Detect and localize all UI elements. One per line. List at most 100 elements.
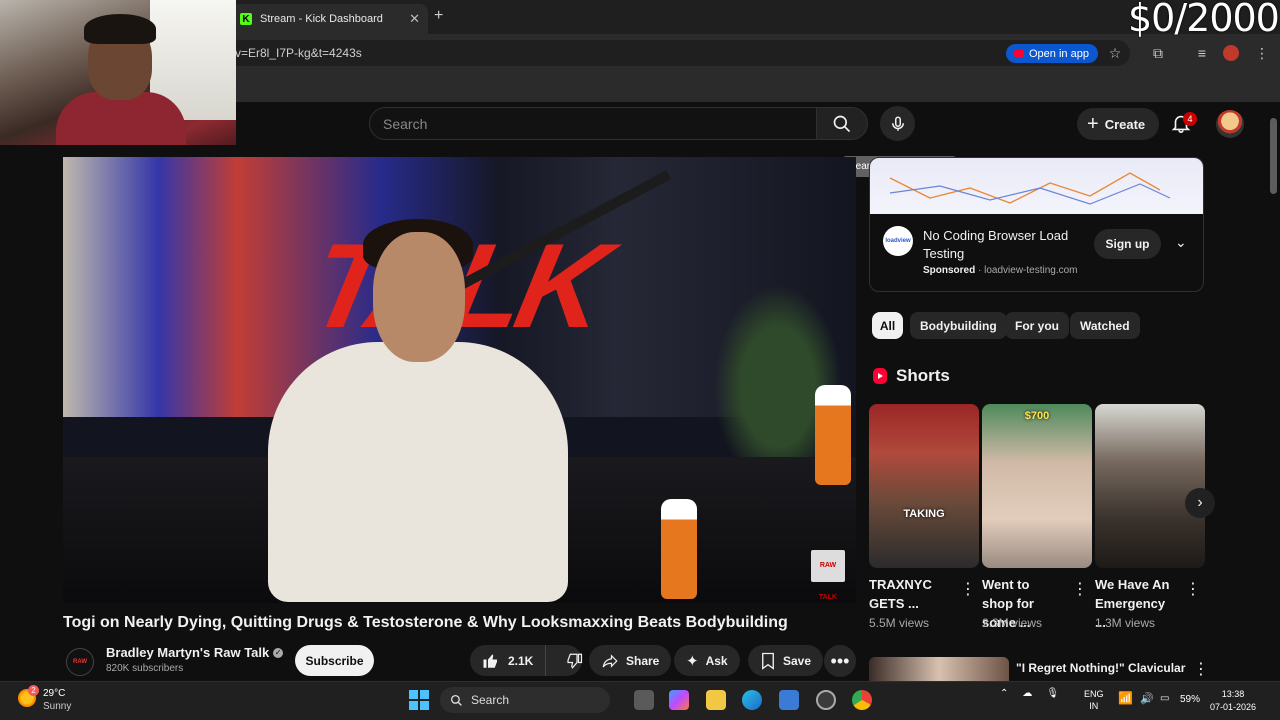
like-button[interactable]: 2.1K	[470, 645, 547, 676]
search-icon	[450, 694, 462, 706]
volume-icon[interactable]: 🔊	[1140, 692, 1154, 705]
save-button[interactable]: Save	[748, 645, 824, 676]
thumbs-up-icon	[483, 653, 497, 668]
next-video-thumbnail[interactable]	[869, 657, 1009, 681]
video-player[interactable]: TALK RAW TALK	[63, 157, 856, 603]
chip-bodybuilding[interactable]: Bodybuilding	[910, 312, 1007, 339]
microsoft-store-icon[interactable]	[779, 690, 799, 710]
battery-icon[interactable]: ▭	[1160, 693, 1169, 704]
short-menu-icon[interactable]: ⋮	[1072, 582, 1088, 598]
edge-browser-icon[interactable]	[742, 690, 762, 710]
chip-watched[interactable]: Watched	[1070, 312, 1140, 339]
chip-all[interactable]: All	[872, 312, 903, 339]
shorts-next-button[interactable]: ›	[1185, 488, 1215, 518]
verified-check-icon: ✓	[273, 647, 284, 658]
bookmark-star-icon[interactable]: ☆	[1107, 45, 1123, 61]
thumbs-down-icon	[567, 653, 583, 669]
notification-count-badge: 4	[1183, 112, 1197, 126]
share-arrow-icon	[602, 653, 618, 668]
more-actions-button[interactable]: •••	[824, 645, 856, 677]
onedrive-cloud-icon[interactable]: ☁	[1022, 688, 1032, 699]
obs-studio-icon[interactable]	[816, 690, 836, 710]
tab-title: Stream - Kick Dashboard	[260, 13, 383, 25]
ad-banner-image	[870, 158, 1203, 214]
plus-icon: +	[1087, 112, 1099, 135]
search-icon	[833, 115, 851, 132]
chevron-right-icon: ›	[1197, 494, 1203, 511]
save-label: Save	[783, 653, 812, 668]
system-tray: ⌃ ☁ 🎙	[1000, 688, 1059, 699]
subscribe-button[interactable]: Subscribe	[295, 645, 374, 676]
channel-watermark-logo: RAW TALK	[811, 550, 845, 601]
short-views: 1.3M views	[1095, 616, 1156, 630]
language-indicator[interactable]: ENG IN	[1084, 688, 1104, 712]
sponsored-ad-card[interactable]: loadview No Coding Browser Load Testing …	[869, 157, 1204, 292]
share-label: Share	[626, 653, 660, 668]
create-button[interactable]: + Create	[1077, 108, 1160, 140]
channel-name[interactable]: Bradley Martyn's Raw Talk ✓	[106, 645, 284, 660]
kick-favicon-icon: K	[240, 13, 252, 25]
search-button[interactable]	[816, 107, 868, 140]
short-title[interactable]: TRAXNYC GETS ...	[869, 575, 949, 613]
short-menu-icon[interactable]: ⋮	[960, 582, 976, 598]
short-menu-icon[interactable]: ⋮	[1185, 582, 1201, 598]
like-count: 2.1K	[508, 653, 534, 668]
file-explorer-icon[interactable]	[706, 690, 726, 710]
sponsored-label: Sponsored	[923, 265, 976, 276]
voice-search-button[interactable]	[880, 106, 915, 141]
language-region: IN	[1089, 701, 1099, 711]
clock-time: 13:38	[1221, 689, 1245, 699]
chip-for-you[interactable]: For you	[1005, 312, 1069, 339]
video-title: Togi on Nearly Dying, Quitting Drugs & T…	[63, 614, 788, 631]
browser-tab[interactable]: K Stream - Kick Dashboard ✕	[232, 4, 428, 34]
browser-menu-icon[interactable]: ⋮	[1254, 45, 1270, 61]
webcam-overlay	[0, 0, 236, 145]
subscriber-count: 820K subscribers	[106, 663, 184, 674]
battery-percent: 59%	[1180, 694, 1201, 705]
tab-close-icon[interactable]: ✕	[409, 11, 420, 27]
chevron-down-icon[interactable]: ⌄	[1175, 234, 1187, 251]
chrome-browser-icon[interactable]	[852, 690, 872, 710]
extensions-icon[interactable]: ⧉	[1150, 45, 1166, 61]
microphone-icon[interactable]: 🎙	[1046, 688, 1059, 699]
ad-signup-button[interactable]: Sign up	[1094, 229, 1161, 259]
taskbar-search-box[interactable]: Search	[440, 687, 610, 713]
chevron-up-icon[interactable]: ⌃	[1000, 688, 1008, 699]
wifi-icon[interactable]: 📶	[1118, 691, 1133, 705]
weather-badge: 2	[28, 685, 39, 696]
ask-label: Ask	[705, 653, 728, 668]
next-video-title[interactable]: "I Regret Nothing!" Clavicular	[1016, 661, 1185, 675]
open-in-app-label: Open in app	[1029, 47, 1089, 60]
short-caption: TAKING	[903, 508, 945, 520]
account-avatar[interactable]	[1216, 110, 1244, 138]
language-code: ENG	[1084, 689, 1104, 699]
short-thumbnail[interactable]: $700	[982, 404, 1092, 568]
microphone-icon	[891, 116, 904, 131]
short-views: 2.3M views	[982, 616, 1043, 630]
system-clock[interactable]: 13:38 07-01-2026	[1210, 688, 1256, 714]
youtube-icon	[1014, 50, 1024, 57]
ask-button[interactable]: ✦ Ask	[674, 645, 740, 676]
ad-title[interactable]: No Coding Browser Load Testing	[923, 227, 1093, 263]
search-input[interactable]: Search	[369, 107, 817, 140]
more-horizontal-icon: •••	[830, 651, 850, 671]
bookmark-icon	[762, 652, 774, 670]
short-thumbnail[interactable]: TAKING	[869, 404, 979, 568]
short-thumbnail[interactable]	[1095, 404, 1205, 568]
like-dislike-group: 2.1K	[470, 645, 583, 676]
address-bar[interactable]: v=Er8l_I7P-kg&t=4243s	[210, 40, 1130, 66]
task-view-icon[interactable]	[634, 690, 654, 710]
short-views: 5.5M views	[869, 616, 930, 630]
copilot-icon[interactable]	[669, 690, 689, 710]
channel-avatar[interactable]: RAW	[66, 648, 94, 676]
scrollbar-thumb[interactable]	[1270, 118, 1277, 194]
reading-list-icon[interactable]: ≡	[1194, 45, 1210, 61]
open-in-app-button[interactable]: Open in app	[1006, 44, 1098, 63]
windows-start-icon[interactable]	[409, 690, 429, 710]
profile-icon[interactable]	[1223, 45, 1239, 61]
ad-logo: loadview	[883, 226, 913, 256]
ad-sponsored-line: Sponsored · loadview-testing.com	[923, 265, 1078, 276]
new-tab-button[interactable]: +	[434, 7, 443, 25]
share-button[interactable]: Share	[589, 645, 672, 676]
next-video-menu-icon[interactable]: ⋮	[1193, 662, 1209, 678]
